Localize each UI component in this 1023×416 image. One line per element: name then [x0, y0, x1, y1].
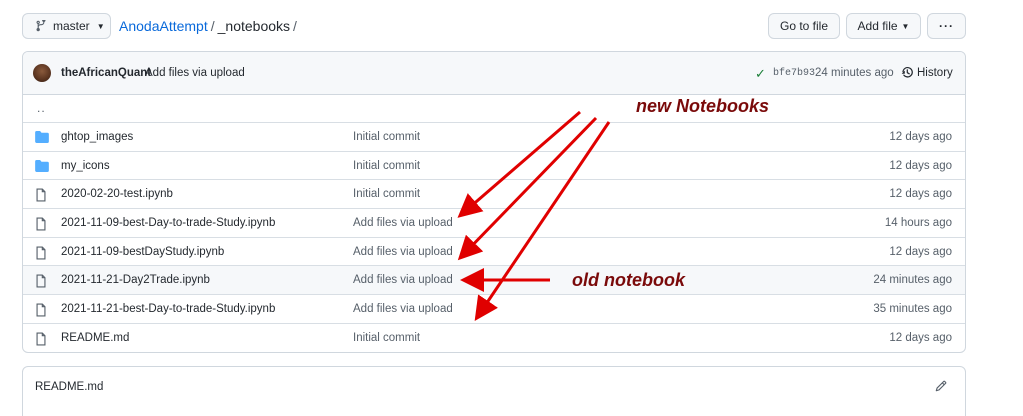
file-icon [35, 188, 47, 205]
file-name-link[interactable]: README.md [61, 332, 129, 344]
avatar[interactable] [33, 64, 51, 82]
file-name-link[interactable]: ghtop_images [61, 131, 133, 143]
commit-sha[interactable]: bfe7b93 [773, 68, 815, 79]
latest-commit-bar: theAfricanQuant Add files via upload ✓ b… [23, 52, 965, 95]
file-name-link[interactable]: my_icons [61, 160, 110, 172]
file-icon [35, 246, 47, 263]
file-commit-message[interactable]: Add files via upload [353, 246, 453, 258]
go-to-file-button[interactable]: Go to file [768, 13, 840, 39]
file-row[interactable]: README.md Initial commit 12 days ago [23, 322, 965, 352]
branch-name: master [53, 19, 90, 33]
file-name-link[interactable]: 2021-11-09-best-Day-to-trade-Study.ipynb [61, 217, 275, 229]
file-icon [35, 303, 47, 320]
breadcrumb-repo-link[interactable]: AnodaAttempt [119, 18, 208, 34]
annotation-new-notebooks: new Notebooks [636, 96, 770, 116]
breadcrumb-folder: _notebooks [217, 18, 291, 34]
file-commit-message[interactable]: Add files via upload [353, 274, 453, 286]
file-row[interactable]: 2021-11-09-bestDayStudy.ipynb Add files v… [23, 236, 965, 266]
readme-title: README.md [35, 381, 104, 393]
readme-panel: README.md [22, 366, 966, 416]
file-commit-time: 12 days ago [889, 188, 952, 201]
commit-author[interactable]: theAfricanQuant [61, 67, 151, 79]
file-row[interactable]: 2020-02-20-test.ipynb Initial commit 12 da… [23, 179, 965, 208]
more-options-button[interactable]: ··· [927, 13, 966, 39]
add-file-button[interactable]: Add file ▼ [846, 13, 921, 39]
file-row[interactable]: ghtop_images Initial commit 12 days ago [23, 122, 965, 151]
file-name-link[interactable]: 2021-11-21-best-Day-to-trade-Study.ipynb [61, 303, 275, 315]
annotation-old-notebook: old notebook [572, 270, 685, 290]
folder-icon [35, 159, 49, 175]
file-commit-message[interactable]: Add files via upload [353, 217, 453, 229]
git-branch-icon [36, 20, 46, 32]
file-icon [35, 332, 47, 349]
caret-down-icon: ▼ [901, 21, 910, 31]
file-icon [35, 217, 47, 234]
file-commit-time: 12 days ago [889, 331, 952, 344]
file-commit-time: 35 minutes ago [873, 303, 952, 316]
file-commit-time: 12 days ago [889, 245, 952, 258]
parent-directory-link[interactable]: .. [37, 101, 46, 115]
file-row[interactable]: 2021-11-09-best-Day-to-trade-Study.ipynb… [23, 208, 965, 237]
commit-message[interactable]: Add files via upload [145, 67, 245, 79]
file-commit-message[interactable]: Initial commit [353, 160, 420, 172]
file-browser: theAfricanQuant Add files via upload ✓ b… [22, 51, 966, 353]
file-icon [35, 274, 47, 291]
pencil-icon[interactable] [935, 380, 947, 395]
caret-down-icon: ▼ [96, 21, 105, 31]
file-commit-time: 24 minutes ago [873, 274, 952, 287]
check-icon[interactable]: ✓ [755, 66, 766, 82]
file-commit-message[interactable]: Initial commit [353, 332, 420, 344]
file-commit-time: 12 days ago [889, 131, 952, 143]
file-name-link[interactable]: 2021-11-09-bestDayStudy.ipynb [61, 246, 224, 258]
file-name-link[interactable]: 2020-02-20-test.ipynb [61, 188, 173, 200]
file-row[interactable]: 2021-11-21-best-Day-to-trade-Study.ipynb… [23, 294, 965, 323]
parent-directory-row[interactable]: .. [23, 95, 965, 122]
branch-select-button[interactable]: master ▼ [22, 13, 111, 39]
file-row[interactable]: 2021-11-21-Day2Trade.ipynb Add files via … [23, 265, 965, 295]
file-commit-message[interactable]: Initial commit [353, 131, 420, 143]
breadcrumb: AnodaAttempt / _notebooks / [119, 18, 297, 34]
commit-time: 24 minutes ago [815, 67, 894, 79]
history-icon [901, 67, 913, 78]
folder-icon [35, 131, 49, 146]
file-commit-time: 14 hours ago [884, 217, 952, 230]
file-commit-message[interactable]: Add files via upload [353, 303, 453, 315]
file-row[interactable]: my_icons Initial commit 12 days ago [23, 150, 965, 180]
file-commit-message[interactable]: Initial commit [353, 188, 420, 200]
file-commit-time: 12 days ago [889, 159, 952, 172]
history-link[interactable]: History [901, 66, 953, 79]
file-name-link[interactable]: 2021-11-21-Day2Trade.ipynb [61, 274, 210, 286]
repo-toolbar: master ▼ AnodaAttempt / _notebooks / Go to … [22, 13, 966, 39]
